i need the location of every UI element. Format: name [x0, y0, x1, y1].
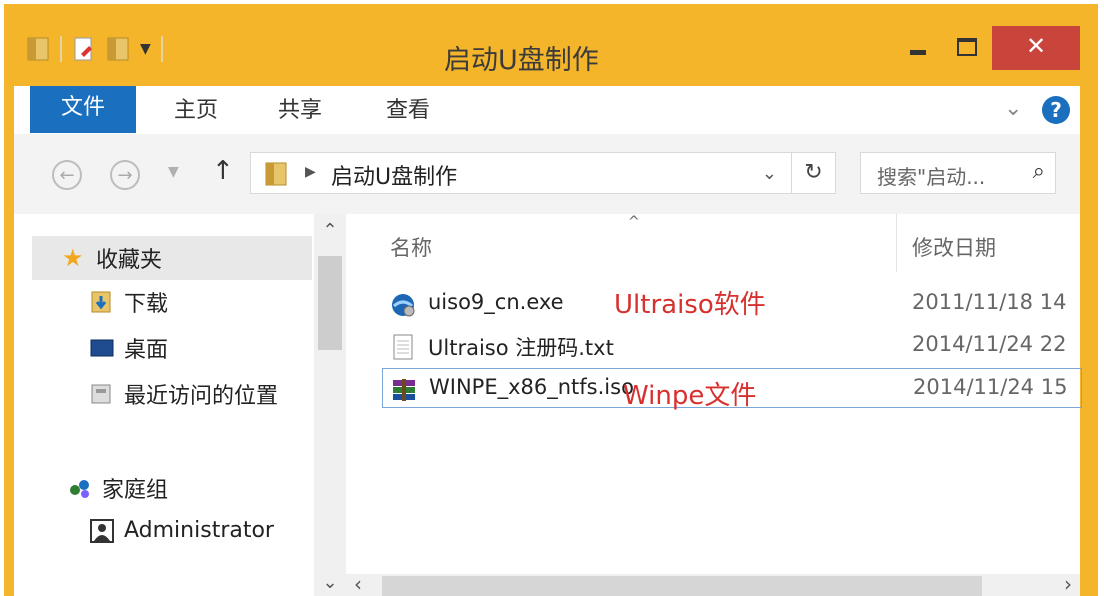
- winrar-archive-icon: [393, 379, 415, 401]
- column-header-modified[interactable]: 修改日期: [912, 232, 996, 262]
- homegroup-icon: [70, 480, 89, 498]
- tab-share[interactable]: 共享: [278, 86, 322, 133]
- column-header-name[interactable]: 名称: [390, 232, 432, 262]
- sidebar-item-label: Administrator: [124, 518, 274, 543]
- sidebar-item-label: 下载: [124, 292, 169, 317]
- scroll-up-icon[interactable]: ⌃: [314, 220, 346, 241]
- title-bar: ▼ 启动U盘制作 ✕: [4, 4, 1098, 86]
- annotation-text: Ultraiso软件: [614, 290, 766, 320]
- customize-qat-icon[interactable]: ▼: [140, 41, 151, 57]
- scroll-down-icon[interactable]: ⌄: [314, 572, 346, 593]
- tab-file[interactable]: 文件: [30, 86, 136, 133]
- file-name: WINPE_x86_ntfs.iso: [429, 375, 634, 399]
- explorer-window: ▼ 启动U盘制作 ✕ 文件 主页 共享 查看 ⌄ ? ← → ▼ ↑ ▶ 启动U…: [4, 4, 1098, 596]
- sidebar-item-recent[interactable]: 最近访问的位置: [90, 378, 278, 410]
- sidebar-item-downloads[interactable]: 下载: [90, 286, 168, 318]
- file-name: uiso9_cn.exe: [428, 290, 564, 314]
- sidebar-item-desktop[interactable]: 桌面: [90, 332, 168, 364]
- breadcrumb[interactable]: 启动U盘制作: [331, 159, 457, 191]
- refresh-button[interactable]: ↻: [792, 152, 836, 194]
- ribbon-tabs: 文件 主页 共享 查看 ⌄ ?: [14, 86, 1080, 135]
- search-placeholder: 搜索"启动...: [877, 165, 986, 189]
- star-icon: ★: [62, 244, 84, 272]
- search-input[interactable]: 搜索"启动... ⌕: [860, 152, 1056, 194]
- navigation-bar: ← → ▼ ↑ ▶ 启动U盘制作 ⌄ ↻ 搜索"启动... ⌕: [14, 134, 1080, 214]
- user-icon: [90, 518, 114, 543]
- address-dropdown-icon[interactable]: ⌄: [762, 163, 777, 184]
- scroll-thumb[interactable]: [382, 576, 982, 596]
- file-list: ^ 名称 修改日期 uiso9_cn.exe Ultraiso软件 2011/1…: [346, 214, 1082, 596]
- text-file-icon: [393, 334, 413, 360]
- file-row[interactable]: Ultraiso 注册码.txt 2014/11/24 22: [382, 326, 1082, 366]
- help-icon[interactable]: ?: [1042, 96, 1070, 124]
- sidebar-item-homegroup[interactable]: 家庭组: [68, 472, 168, 504]
- scroll-thumb[interactable]: [318, 256, 342, 350]
- file-list-scrollbar[interactable]: ‹ ›: [346, 572, 1080, 596]
- main-area: ★ 收藏夹 下载 桌面 最近访问的位置 家庭组 Administrator ⌃ …: [14, 214, 1082, 596]
- tab-home[interactable]: 主页: [174, 86, 218, 133]
- quick-access-toolbar: ▼: [26, 36, 163, 62]
- file-date: 2014/11/24 15: [913, 375, 1068, 399]
- sidebar-item-administrator[interactable]: Administrator: [90, 518, 274, 543]
- toolbar-separator: [160, 36, 163, 62]
- recent-locations-icon[interactable]: ▼: [168, 164, 179, 180]
- sidebar-item-label: 收藏夹: [96, 248, 163, 273]
- file-date: 2014/11/24 22: [912, 332, 1067, 356]
- close-button[interactable]: ✕: [992, 26, 1080, 70]
- file-date: 2011/11/18 14: [912, 290, 1067, 314]
- file-row[interactable]: uiso9_cn.exe Ultraiso软件 2011/11/18 14: [382, 284, 1082, 324]
- maximize-icon: [957, 38, 977, 56]
- file-row[interactable]: WINPE_x86_ntfs.iso Winpe文件 2014/11/24 15: [382, 368, 1082, 411]
- sidebar-item-label: 家庭组: [102, 478, 169, 503]
- folder-icon[interactable]: [26, 36, 50, 62]
- tab-view[interactable]: 查看: [386, 86, 430, 133]
- desktop-icon: [90, 339, 114, 357]
- scroll-left-icon[interactable]: ‹: [354, 572, 362, 596]
- close-icon: ✕: [1025, 32, 1047, 60]
- back-button[interactable]: ←: [52, 160, 82, 190]
- file-name: Ultraiso 注册码.txt: [428, 336, 614, 360]
- maximize-button[interactable]: [944, 26, 990, 70]
- toolbar-separator: [60, 36, 62, 62]
- sidebar-item-label: 桌面: [124, 338, 169, 363]
- folder-icon: [265, 162, 287, 186]
- sidebar-item-favorites[interactable]: ★ 收藏夹: [32, 236, 312, 280]
- ultraiso-exe-icon: [392, 294, 415, 317]
- annotation-text: Winpe文件: [623, 381, 757, 411]
- navpane-scrollbar[interactable]: ⌃ ⌄: [314, 214, 346, 596]
- sidebar-item-label: 最近访问的位置: [124, 384, 279, 409]
- recent-places-icon: [91, 384, 111, 404]
- minimize-button[interactable]: [896, 26, 942, 70]
- breadcrumb-arrow-icon[interactable]: ▶: [305, 164, 316, 180]
- forward-button[interactable]: →: [110, 160, 140, 190]
- downloads-folder-icon: [91, 291, 111, 313]
- properties-icon[interactable]: [72, 36, 96, 62]
- search-icon[interactable]: ⌕: [1033, 159, 1045, 184]
- minimize-icon: [910, 50, 926, 55]
- expand-ribbon-icon[interactable]: ⌄: [1004, 96, 1022, 121]
- new-folder-icon[interactable]: [106, 36, 130, 62]
- scroll-right-icon[interactable]: ›: [1064, 572, 1072, 596]
- up-button[interactable]: ↑: [212, 156, 234, 186]
- address-bar[interactable]: ▶ 启动U盘制作 ⌄: [250, 152, 792, 194]
- sort-ascending-icon: ^: [628, 214, 640, 230]
- column-divider[interactable]: [896, 214, 897, 272]
- navigation-pane: ★ 收藏夹 下载 桌面 最近访问的位置 家庭组 Administrator: [14, 214, 314, 596]
- window-title: 启动U盘制作: [444, 45, 599, 76]
